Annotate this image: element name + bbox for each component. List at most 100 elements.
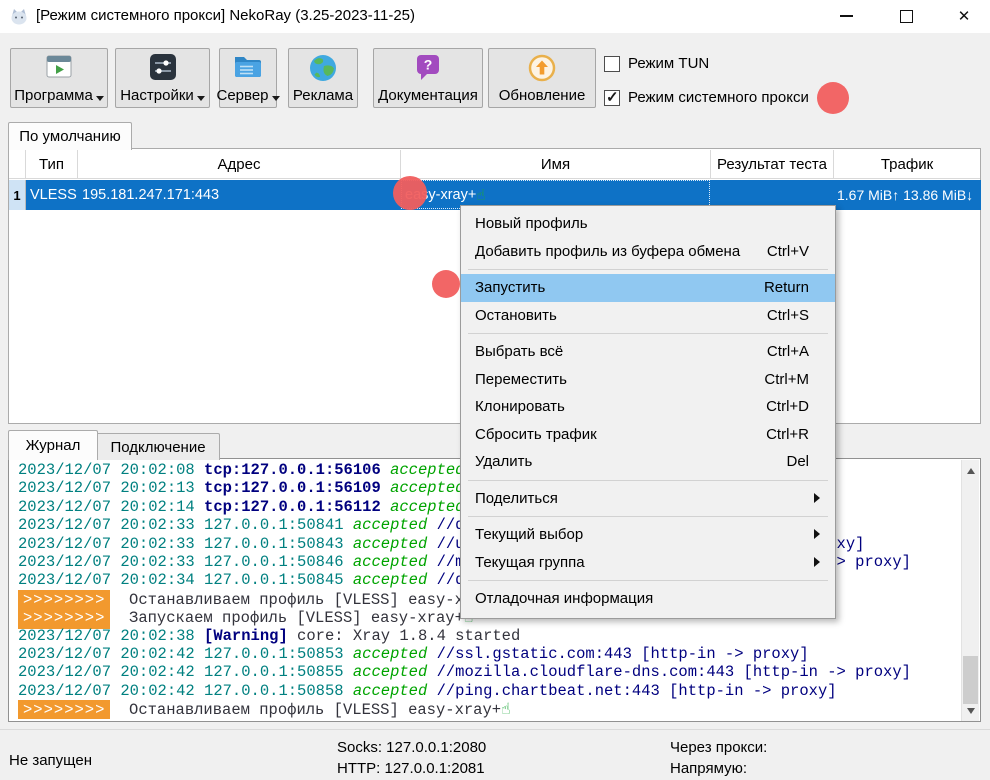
menu-item-label: Удалить [475,453,532,470]
column-header-test-result[interactable]: Результат теста [711,150,834,179]
title-bar: [Режим системного прокси] NekoRay (3.25-… [0,0,990,33]
group-tab-default[interactable]: По умолчанию [8,122,132,150]
arrow-down-icon [967,708,975,718]
red-dot-marker [817,82,849,114]
minimize-button[interactable] [823,0,869,32]
context-menu-item[interactable]: Выбрать всё Ctrl+A [461,338,835,366]
update-button[interactable]: Обновление [488,48,596,108]
program-button[interactable]: Программа [10,48,108,108]
menu-item-shortcut: Ctrl+S [767,307,809,324]
scroll-down-button[interactable] [962,704,979,721]
context-menu-item[interactable]: ЗапуститьReturn [461,274,835,302]
context-menu-item[interactable]: Отладочная информация [461,585,835,613]
pointing-hand-icon: ☝ [501,700,510,718]
context-menu-item[interactable]: КлонироватьCtrl+D [461,393,835,421]
server-button[interactable]: Сервер [219,48,277,108]
context-menu-item[interactable]: Остановить Ctrl+S [461,302,835,330]
menu-separator [468,269,828,270]
menu-item-shortcut: Ctrl+M [764,371,809,388]
context-menu: Новый профиль Добавить профиль из буфера … [460,205,836,619]
context-menu-item[interactable]: Сбросить трафикCtrl+R [461,421,835,449]
cell-type: VLESS [30,180,78,210]
menu-item-shortcut: Ctrl+D [766,398,809,415]
ads-button-label: Реклама [293,87,353,104]
menu-item-label: Остановить [475,307,557,324]
dropdown-arrow-icon [272,96,280,105]
documentation-button-label: Документация [378,87,478,104]
menu-item-shortcut: Ctrl+R [766,426,809,443]
context-menu-item[interactable]: Текущая группа [461,549,835,577]
scroll-up-button[interactable] [962,460,979,477]
context-menu-item[interactable]: Добавить профиль из буфера обмена Ctrl+V [461,238,835,266]
status-via-proxy: Через прокси: [670,739,767,756]
menu-item-label: Добавить профиль из буфера обмена [475,243,740,260]
log-line: 2023/12/07 20:02:42 127.0.0.1:50853 acce… [10,645,962,663]
submenu-arrow-icon [814,493,825,503]
column-header-address[interactable]: Адрес [78,150,401,179]
arrow-up-icon [967,464,975,474]
app-logo-icon [10,7,28,25]
menu-item-label: Текущий выбор [475,526,583,543]
settings-button[interactable]: Настройки [115,48,210,108]
table-corner-cell [9,150,26,179]
checkbox-unchecked-icon [604,56,620,72]
log-line: 2023/12/07 20:02:42 127.0.0.1:50858 acce… [10,682,962,700]
submenu-arrow-icon [814,529,825,539]
menu-item-label: Поделиться [475,490,558,507]
menu-item-label: Выбрать всё [475,343,563,360]
menu-item-label: Текущая группа [475,554,585,571]
log-line: >>>>>>>> Останавливаем профиль [VLESS] e… [10,700,962,718]
dropdown-arrow-icon [96,96,104,105]
system-proxy-checkbox[interactable]: ✓ Режим системного прокси [604,89,809,106]
app-window-icon [44,53,74,81]
menu-item-label: Отладочная информация [475,590,653,607]
dropdown-arrow-icon [197,96,205,105]
menu-separator [468,580,828,581]
menu-item-label: Новый профиль [475,215,588,232]
tab-log-label: Журнал [26,437,81,454]
menu-item-shortcut: Ctrl+V [767,243,809,260]
tun-mode-label: Режим TUN [628,55,709,72]
status-http: HTTP: 127.0.0.1:2081 [337,760,485,777]
update-arrow-icon [527,53,557,83]
column-header-traffic[interactable]: Трафик [834,150,980,179]
row-number: 1 [9,180,26,210]
help-bubble-icon: ? [413,53,443,83]
submenu-arrow-icon [814,557,825,567]
menu-item-label: Переместить [475,371,567,388]
close-button[interactable]: ✕ [941,0,987,32]
menu-separator [468,480,828,481]
tab-log[interactable]: Журнал [8,430,98,460]
scrollbar-thumb[interactable] [963,656,978,704]
tab-connections-label: Подключение [110,439,205,456]
status-bar: Не запущен Socks: 127.0.0.1:2080 HTTP: 1… [0,729,990,780]
maximize-button[interactable] [883,0,929,32]
context-menu-item[interactable]: Текущий выбор [461,521,835,549]
close-icon: ✕ [958,9,971,24]
menu-separator [468,516,828,517]
log-scrollbar[interactable] [961,460,979,721]
context-menu-item[interactable]: Новый профиль [461,210,835,238]
system-proxy-label: Режим системного прокси [628,89,809,106]
documentation-button[interactable]: ? Документация [373,48,483,108]
menu-item-shortcut: Ctrl+A [767,343,809,360]
ads-button[interactable]: Реклама [288,48,358,108]
menu-item-label: Запустить [475,279,545,296]
status-state: Не запущен [9,752,92,769]
nekoray-window: [Режим системного прокси] NekoRay (3.25-… [0,0,990,780]
tun-mode-checkbox[interactable]: Режим TUN [604,55,709,72]
window-title: [Режим системного прокси] NekoRay (3.25-… [36,7,415,24]
cell-address: 195.181.247.171:443 [82,180,397,210]
column-header-name[interactable]: Имя [401,150,711,179]
tab-connections[interactable]: Подключение [96,433,220,460]
checkbox-checked-icon: ✓ [604,90,620,106]
context-menu-item[interactable]: Переместить Ctrl+M [461,366,835,394]
column-header-type[interactable]: Тип [26,150,78,179]
server-button-label: Сервер [217,87,269,104]
context-menu-item[interactable]: Поделиться [461,485,835,513]
log-line: 2023/12/07 20:02:42 127.0.0.1:50855 acce… [10,663,962,681]
context-menu-item[interactable]: УдалитьDel [461,448,835,476]
red-dot-marker [432,270,460,298]
update-button-label: Обновление [499,87,586,104]
status-socks: Socks: 127.0.0.1:2080 [337,739,486,756]
